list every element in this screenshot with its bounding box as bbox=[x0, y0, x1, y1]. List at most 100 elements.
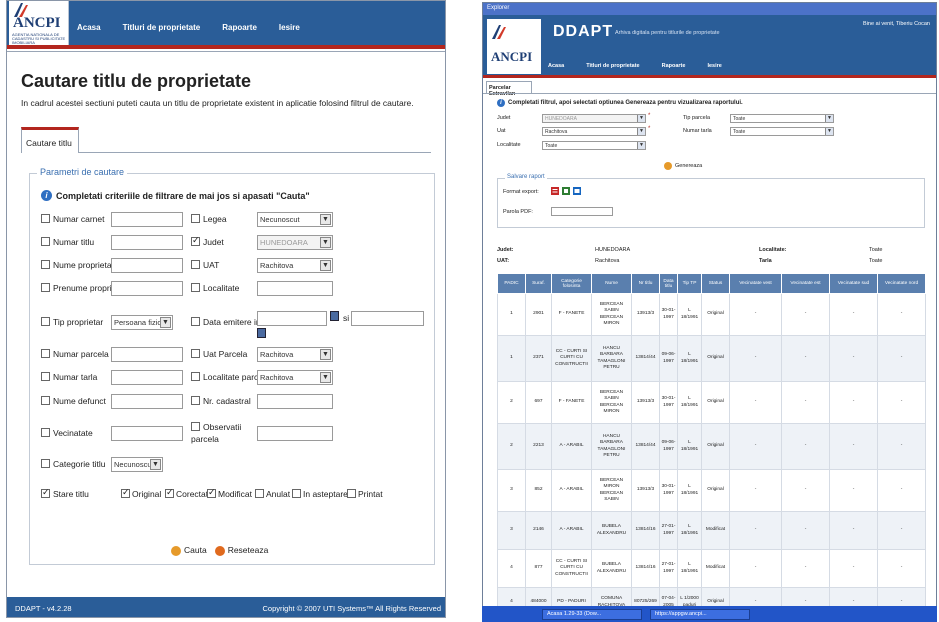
input-observatii[interactable] bbox=[257, 426, 333, 441]
select-judet[interactable]: HUNEDOARA ▼ bbox=[542, 114, 646, 123]
checkbox-tip-proprietar[interactable] bbox=[41, 317, 50, 326]
checkbox-anulat[interactable] bbox=[255, 489, 264, 498]
input-nume-proprietar[interactable] bbox=[111, 258, 183, 273]
input-prenume-proprietar[interactable] bbox=[111, 281, 183, 296]
table-cell: 30-01-1997 bbox=[659, 381, 678, 424]
table-cell: BERCEAN SABIN BERCEAN MIRON bbox=[591, 293, 632, 336]
header-accent-line bbox=[7, 45, 445, 49]
taskbar-item[interactable]: https://appgw.ancpi... bbox=[650, 609, 750, 620]
select-localitate[interactable]: Toate ▼ bbox=[542, 141, 646, 150]
search-button[interactable]: Cauta bbox=[171, 545, 207, 556]
input-numar-carnet[interactable] bbox=[111, 212, 183, 227]
nav-iesire[interactable]: Iesire bbox=[707, 63, 721, 69]
main-nav: Acasa Titluri de proprietate Rapoarte Ie… bbox=[77, 17, 300, 37]
chevron-down-icon: ▼ bbox=[320, 349, 331, 360]
checkbox-uat-parcela[interactable] bbox=[191, 349, 200, 358]
form-row: Vecinatate Observatii parcela bbox=[41, 420, 436, 444]
checkbox-numar-tarla[interactable] bbox=[41, 372, 50, 381]
input-data-emitere-end[interactable] bbox=[351, 311, 424, 326]
checkbox-nume-defunct[interactable] bbox=[41, 396, 50, 405]
checkbox-judet[interactable] bbox=[191, 235, 200, 246]
nav-rapoarte[interactable]: Rapoarte bbox=[662, 63, 686, 69]
word-export-icon[interactable] bbox=[573, 187, 581, 195]
table-cell: - bbox=[877, 549, 926, 588]
select-categorie-titlu[interactable]: Necunoscuta ▼ bbox=[111, 457, 163, 472]
generate-icon bbox=[664, 162, 672, 170]
nav-titluri[interactable]: Titluri de proprietate bbox=[123, 23, 201, 32]
tab-bar: Cautare titlu bbox=[21, 121, 431, 153]
nav-titluri[interactable]: Titluri de proprietate bbox=[586, 63, 639, 69]
nav-iesire[interactable]: Iesire bbox=[279, 23, 300, 32]
input-vecinatate[interactable] bbox=[111, 426, 183, 441]
excel-export-icon[interactable] bbox=[562, 187, 570, 195]
calendar-icon[interactable] bbox=[257, 328, 266, 338]
input-data-emitere-start[interactable] bbox=[257, 311, 327, 326]
calendar-icon[interactable] bbox=[330, 311, 339, 321]
input-parola-pdf[interactable] bbox=[551, 207, 613, 216]
select-numar-tarla[interactable]: Toate ▼ bbox=[730, 127, 834, 136]
nav-acasa[interactable]: Acasa bbox=[548, 63, 564, 69]
col-padic: PADIC bbox=[497, 273, 526, 294]
table-cell: 13913/3 bbox=[631, 381, 660, 424]
checkbox-original[interactable] bbox=[121, 487, 130, 498]
select-uat[interactable]: Rachitova ▼ bbox=[542, 127, 646, 136]
reset-button[interactable]: Reseteaza bbox=[214, 545, 268, 556]
pdf-export-icon[interactable] bbox=[551, 187, 559, 195]
user-greeting[interactable]: Bine ai venit, Tiberiu Cocan bbox=[863, 21, 930, 27]
checkbox-in-asteptare[interactable] bbox=[292, 489, 301, 498]
input-localitate[interactable] bbox=[257, 281, 333, 296]
select-uat[interactable]: Rachitova ▼ bbox=[257, 258, 333, 273]
checkbox-numar-titlu[interactable] bbox=[41, 237, 50, 246]
label-numar-parcela: Numar parcela bbox=[53, 349, 109, 359]
select-judet[interactable]: HUNEDOARA ▼ bbox=[257, 235, 333, 250]
table-cell: - bbox=[729, 335, 782, 382]
table-cell: - bbox=[729, 293, 782, 336]
input-nr-cadastral[interactable] bbox=[257, 394, 333, 409]
nav-acasa[interactable]: Acasa bbox=[77, 23, 101, 32]
tab-parcelar-extravilan[interactable]: Parcelar Extravilan bbox=[486, 81, 532, 97]
checkbox-stare-titlu[interactable] bbox=[41, 487, 50, 498]
select-tip-proprietar[interactable]: Persoana fizica ▼ bbox=[111, 315, 173, 330]
chevron-down-icon: ▼ bbox=[320, 237, 331, 248]
tab-cautare-titlu[interactable]: Cautare titlu bbox=[21, 127, 79, 153]
table-cell: - bbox=[729, 469, 782, 512]
select-judet-value: HUNEDOARA bbox=[545, 116, 577, 122]
select-tip-parcela[interactable]: Toate ▼ bbox=[730, 114, 834, 123]
ancpi-logo[interactable]: ANCPI bbox=[487, 19, 541, 74]
checkbox-numar-carnet[interactable] bbox=[41, 214, 50, 223]
generate-button[interactable]: Genereaza bbox=[664, 162, 702, 170]
ancpi-logo[interactable]: ANCPI AGENTIA NATIONALA DE CADASTRU SI P… bbox=[9, 1, 69, 45]
input-numar-tarla[interactable] bbox=[111, 370, 183, 385]
generate-button-label: Genereaza bbox=[675, 163, 703, 169]
input-numar-titlu[interactable] bbox=[111, 235, 183, 250]
input-nume-defunct[interactable] bbox=[111, 394, 183, 409]
checkbox-localitate[interactable] bbox=[191, 283, 200, 292]
table-cell: - bbox=[829, 423, 878, 470]
checkbox-localitate-parcela[interactable] bbox=[191, 372, 200, 381]
checkbox-legea[interactable] bbox=[191, 214, 200, 223]
checkbox-nume-proprietar[interactable] bbox=[41, 260, 50, 269]
table-cell: 09-06-1997 bbox=[659, 423, 678, 470]
checkbox-modificat[interactable] bbox=[207, 487, 216, 498]
checkbox-vecinatate[interactable] bbox=[41, 428, 50, 437]
checkbox-categorie-titlu[interactable] bbox=[41, 459, 50, 468]
select-localitate-parcela[interactable]: Rachitova ▼ bbox=[257, 370, 333, 385]
summary-localitate-label: Localitate: bbox=[759, 247, 787, 253]
input-numar-parcela[interactable] bbox=[111, 347, 183, 362]
checkbox-uat[interactable] bbox=[191, 260, 200, 269]
nav-rapoarte[interactable]: Rapoarte bbox=[222, 23, 257, 32]
checkbox-data-emitere[interactable] bbox=[191, 317, 200, 326]
table-cell: 852 bbox=[525, 469, 552, 512]
select-uat-parcela[interactable]: Rachitova ▼ bbox=[257, 347, 333, 362]
checkbox-nr-cadastral[interactable] bbox=[191, 396, 200, 405]
checkbox-numar-parcela[interactable] bbox=[41, 349, 50, 358]
taskbar-item[interactable]: Acasa 1.29-33 (Dow... bbox=[542, 609, 642, 620]
table-cell: 13913/3 bbox=[631, 469, 660, 512]
checkbox-prenume-proprietar[interactable] bbox=[41, 283, 50, 292]
select-localitate-value: Toate bbox=[545, 143, 558, 149]
checkbox-corectat[interactable] bbox=[165, 487, 174, 498]
checkbox-observatii[interactable] bbox=[191, 422, 200, 431]
select-legea[interactable]: Necunoscut ▼ bbox=[257, 212, 333, 227]
form-row: Nume proprietar UAT Rachitova ▼ bbox=[41, 258, 436, 278]
checkbox-printat[interactable] bbox=[347, 489, 356, 498]
